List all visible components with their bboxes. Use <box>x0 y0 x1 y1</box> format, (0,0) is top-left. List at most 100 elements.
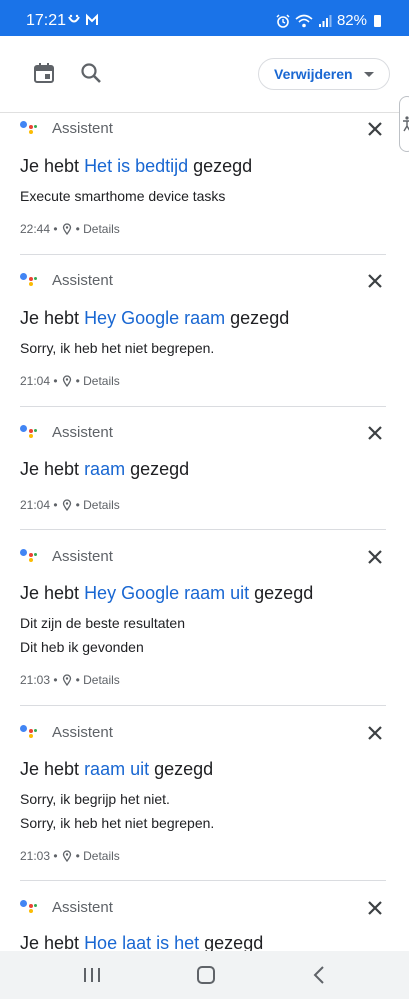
utterance-query-link[interactable]: Het is bedtijd <box>84 156 188 176</box>
alarm-icon <box>276 13 290 28</box>
utterance-suffix: gezegd <box>130 459 190 479</box>
utterance-query-link[interactable]: Hey Google raam <box>84 308 225 328</box>
item-divider <box>20 254 386 255</box>
close-icon[interactable] <box>365 547 385 567</box>
recent-apps-icon[interactable] <box>83 965 101 985</box>
item-meta: 21:03 • • Details <box>20 673 120 687</box>
dropdown-caret-icon <box>364 72 374 77</box>
item-app-label: Assistent <box>52 899 113 916</box>
meta-separator: • <box>75 498 84 512</box>
utterance-prefix: Je hebt <box>20 308 80 328</box>
item-time: 22:44 <box>20 222 51 236</box>
location-pin-icon[interactable] <box>62 499 72 511</box>
item-time: 21:04 <box>20 374 51 388</box>
home-icon[interactable] <box>196 965 216 985</box>
item-response: Sorry, ik heb het niet begrepen. <box>20 815 215 831</box>
utterance-query-link[interactable]: raam uit <box>84 759 149 779</box>
utterance-query-link[interactable]: Hoe laat is het <box>84 933 199 951</box>
location-pin-icon[interactable] <box>62 674 72 686</box>
wifi-icon <box>295 14 313 27</box>
utterance-suffix: gezegd <box>204 933 264 951</box>
details-link[interactable]: Details <box>83 849 120 863</box>
item-meta: 21:04 • • Details <box>20 498 120 512</box>
back-icon[interactable] <box>312 965 326 985</box>
close-icon[interactable] <box>365 723 385 743</box>
search-icon[interactable] <box>80 62 102 84</box>
utterance-query-link[interactable]: raam <box>84 459 125 479</box>
status-time: 17:21 <box>26 12 67 29</box>
assistant-logo-icon <box>20 273 38 289</box>
assistant-logo-icon <box>20 900 38 916</box>
delete-dropdown-button[interactable]: Verwijderen <box>258 58 390 90</box>
activity-item: Assistent Je hebt Het is bedtijd gezegd … <box>0 113 409 254</box>
details-link[interactable]: Details <box>83 498 120 512</box>
item-utterance: Je hebt Het is bedtijd gezegd <box>20 156 252 177</box>
close-icon[interactable] <box>365 423 385 443</box>
utterance-prefix: Je hebt <box>20 583 80 603</box>
item-app-label: Assistent <box>52 272 113 289</box>
notification-icons <box>67 13 103 30</box>
utterance-query-link[interactable]: Hey Google raam uit <box>84 583 249 603</box>
item-app-label: Assistent <box>52 120 113 137</box>
close-icon[interactable] <box>365 898 385 918</box>
item-response: Execute smarthome device tasks <box>20 188 226 204</box>
assistant-logo-icon <box>20 549 38 565</box>
meta-separator: • <box>50 498 58 512</box>
item-utterance: Je hebt raam gezegd <box>20 459 189 480</box>
activity-item: Assistent Je hebt Hoe laat is het gezegd <box>0 892 409 951</box>
utterance-suffix: gezegd <box>154 759 214 779</box>
item-divider <box>20 406 386 407</box>
utterance-suffix: gezegd <box>230 308 290 328</box>
meta-separator: • <box>50 673 58 687</box>
details-link[interactable]: Details <box>83 673 120 687</box>
assistant-logo-icon <box>20 425 38 441</box>
item-divider <box>20 705 386 706</box>
activity-item: Assistent Je hebt Hey Google raam uit ge… <box>0 541 409 705</box>
meta-separator: • <box>50 849 58 863</box>
battery-percent: 82% <box>336 12 367 29</box>
meta-separator: • <box>75 222 84 236</box>
item-utterance: Je hebt Hey Google raam gezegd <box>20 308 289 329</box>
item-time: 21:04 <box>20 498 51 512</box>
calendar-icon[interactable] <box>33 62 55 84</box>
item-time: 21:03 <box>20 849 51 863</box>
close-icon[interactable] <box>365 271 385 291</box>
battery-icon <box>374 14 381 27</box>
activity-item: Assistent Je hebt Hey Google raam gezegd… <box>0 265 409 405</box>
location-pin-icon[interactable] <box>62 223 72 235</box>
location-pin-icon[interactable] <box>62 375 72 387</box>
item-divider <box>20 529 386 530</box>
details-link[interactable]: Details <box>83 222 120 236</box>
utterance-suffix: gezegd <box>254 583 314 603</box>
item-app-label: Assistent <box>52 424 113 441</box>
meta-separator: • <box>75 849 84 863</box>
location-pin-icon[interactable] <box>62 850 72 862</box>
system-nav-bar <box>0 951 409 999</box>
item-response: Dit zijn de beste resultaten <box>20 615 185 631</box>
activity-item: Assistent Je hebt raam gezegd 21:04 • • … <box>0 417 409 529</box>
assistant-logo-icon <box>20 725 38 741</box>
utterance-prefix: Je hebt <box>20 933 80 951</box>
details-link[interactable]: Details <box>83 374 120 388</box>
activity-feed[interactable]: Assistent Je hebt Het is bedtijd gezegd … <box>0 113 409 951</box>
status-right: 82% <box>276 12 381 29</box>
item-meta: 22:44 • • Details <box>20 222 120 236</box>
utterance-prefix: Je hebt <box>20 156 80 176</box>
item-response: Sorry, ik begrijp het niet. <box>20 791 170 807</box>
signal-icon <box>318 14 332 27</box>
item-time: 21:03 <box>20 673 51 687</box>
item-app-label: Assistent <box>52 724 113 741</box>
item-divider <box>20 880 386 881</box>
utterance-prefix: Je hebt <box>20 459 80 479</box>
app-notification-icons <box>68 13 98 25</box>
delete-button-label: Verwijderen <box>274 66 353 82</box>
item-app-label: Assistent <box>52 548 113 565</box>
assistant-logo-icon <box>20 121 38 137</box>
item-response: Dit heb ik gevonden <box>20 639 144 655</box>
app-bar: Verwijderen <box>0 36 409 113</box>
item-response: Sorry, ik heb het niet begrepen. <box>20 340 215 356</box>
item-utterance: Je hebt Hey Google raam uit gezegd <box>20 583 313 604</box>
close-icon[interactable] <box>365 119 385 139</box>
utterance-prefix: Je hebt <box>20 759 80 779</box>
meta-separator: • <box>75 374 84 388</box>
